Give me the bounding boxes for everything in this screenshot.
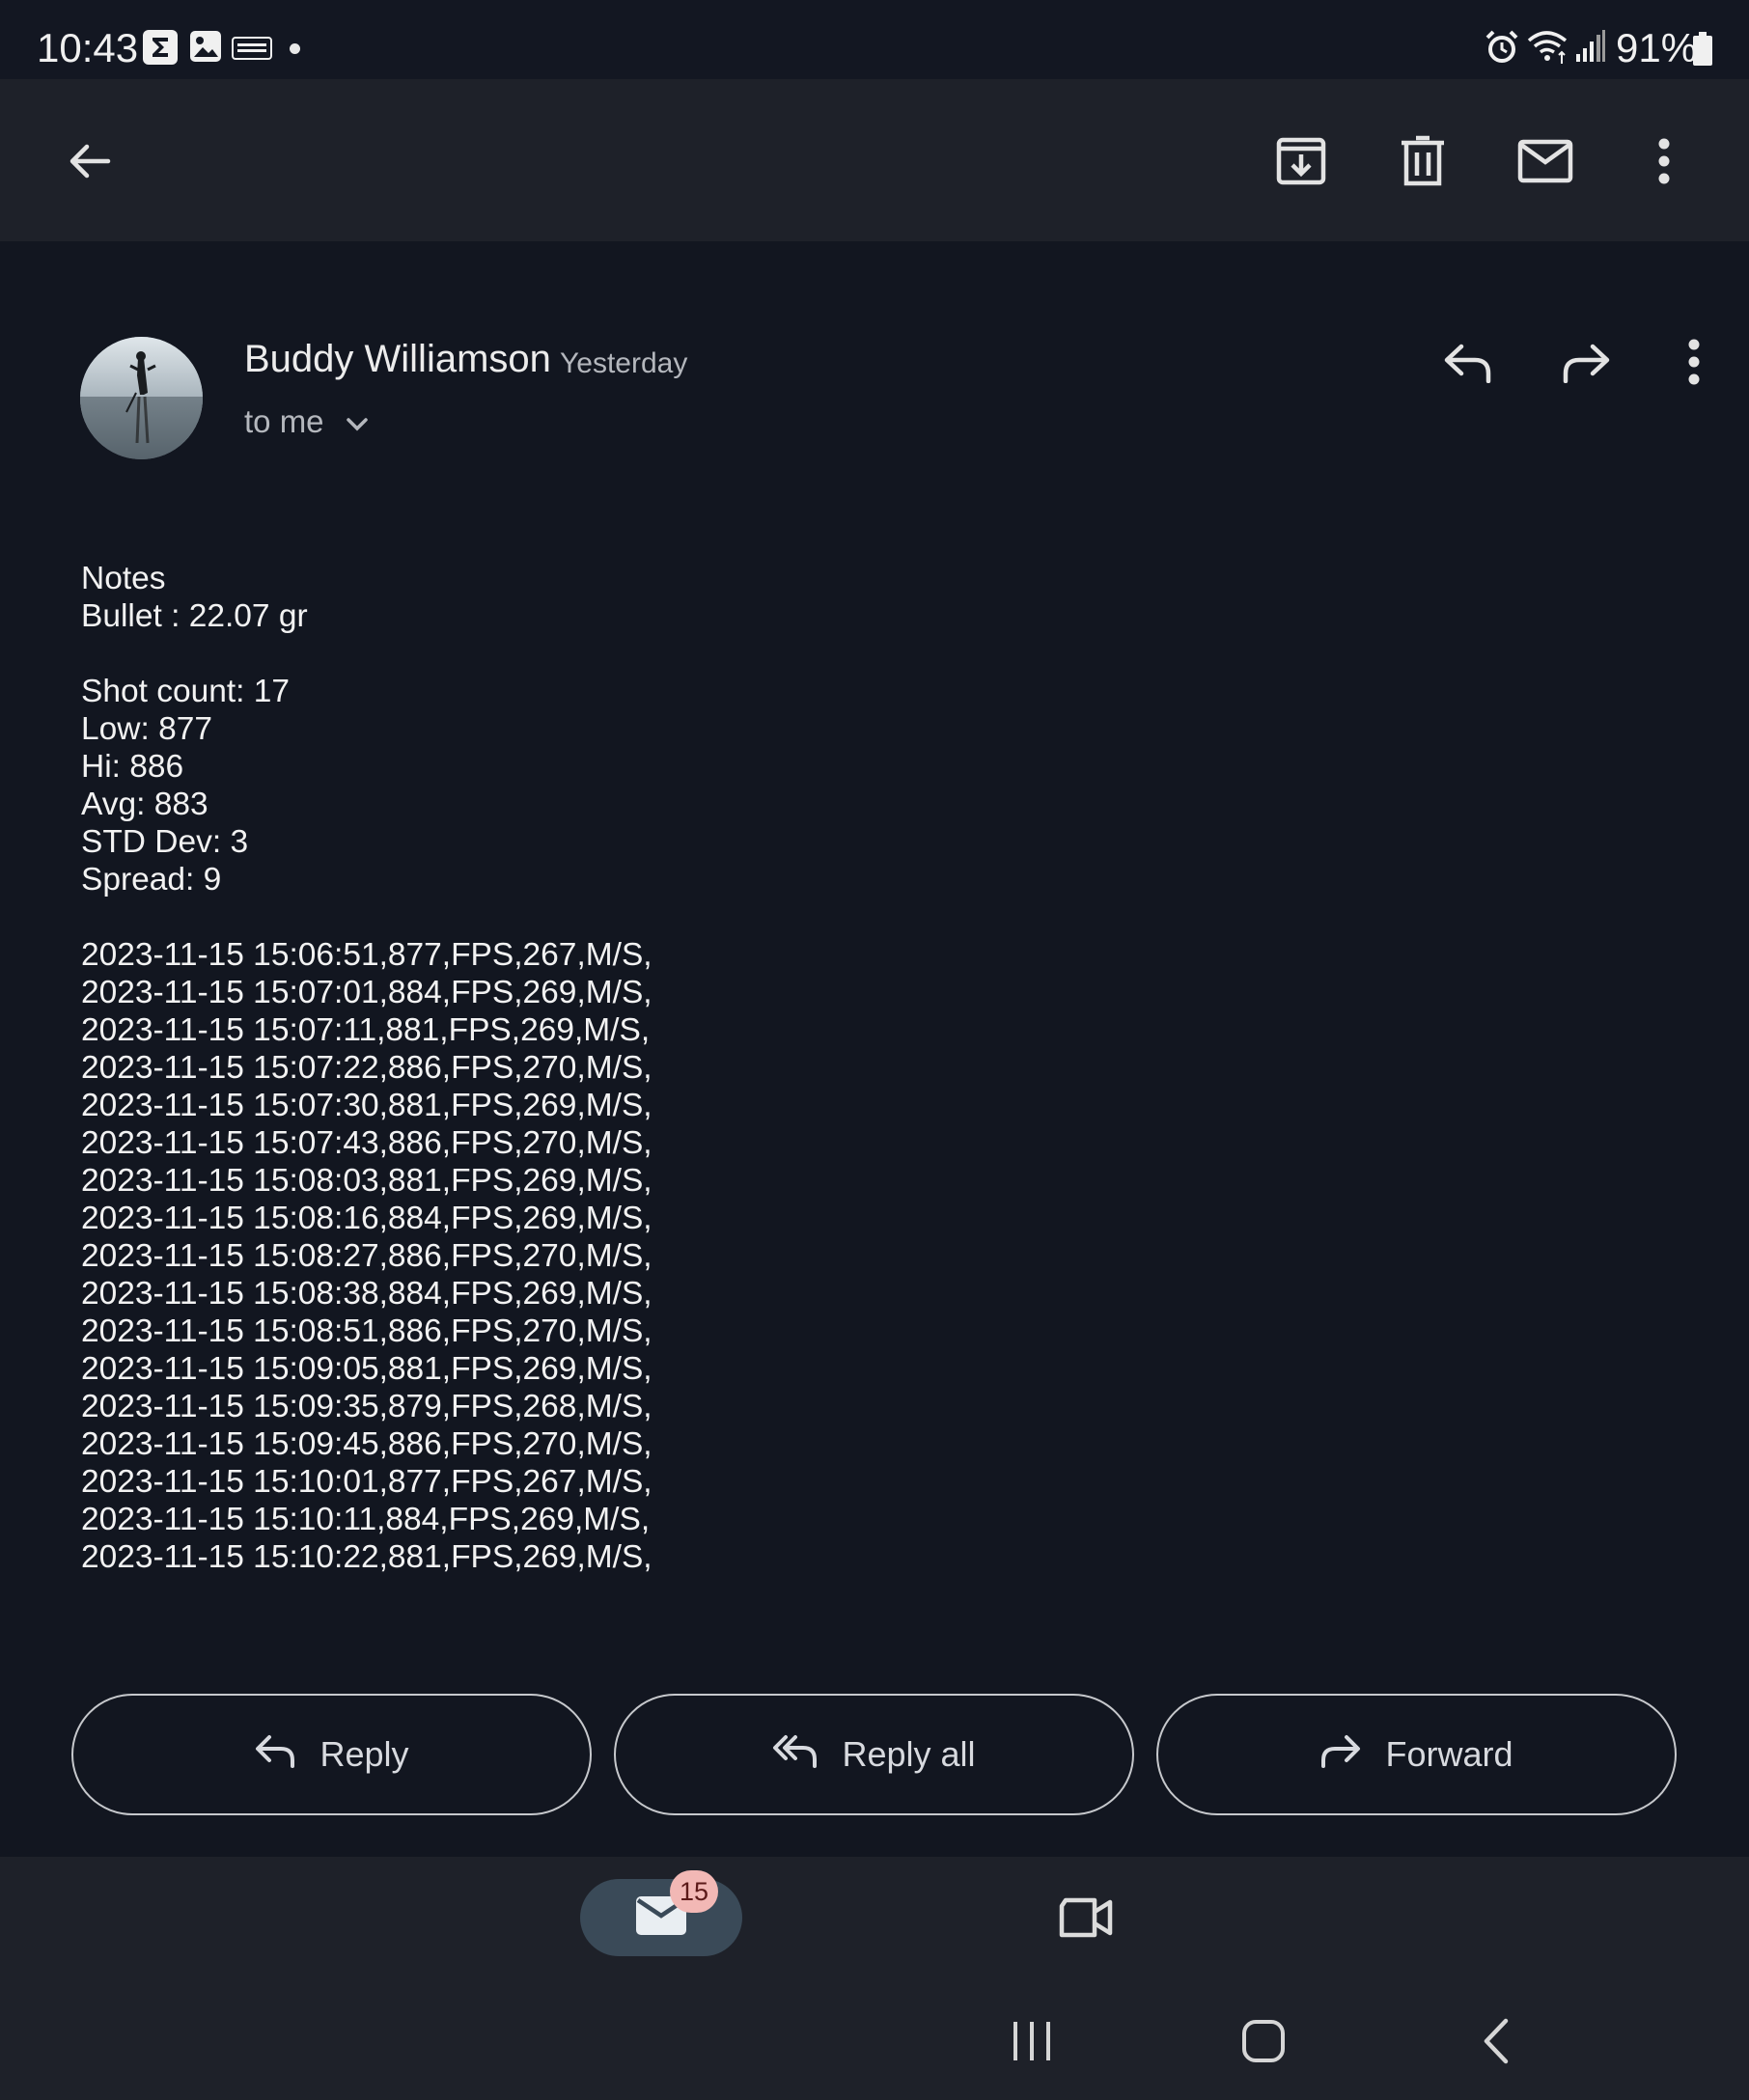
recipient-label: to me [244, 403, 324, 439]
shot-line: 2023-11-15 15:07:30,881,FPS,269,M/S, [81, 1088, 652, 1123]
reply-all-button[interactable]: Reply all [614, 1694, 1134, 1815]
reply-icon [254, 1733, 296, 1777]
back-arrow-icon[interactable] [56, 127, 124, 195]
status-bar: 10:43 91% [0, 0, 1749, 79]
shot-line: 2023-11-15 15:09:35,879,FPS,268,M/S, [81, 1389, 652, 1424]
shot-line: 2023-11-15 15:08:27,886,FPS,270,M/S, [81, 1238, 652, 1274]
status-time: 10:43 [37, 25, 139, 70]
forward-icon[interactable] [1553, 328, 1621, 396]
home-icon[interactable] [1230, 2012, 1297, 2070]
shot-line: 2023-11-15 15:10:01,877,FPS,267,M/S, [81, 1464, 652, 1500]
shot-line: 2023-11-15 15:06:51,877,FPS,267,M/S, [81, 937, 652, 973]
stat-line: STD Dev: 3 [81, 824, 249, 860]
shot-line: 2023-11-15 15:08:38,884,FPS,269,M/S, [81, 1276, 652, 1312]
archive-icon[interactable] [1267, 127, 1335, 195]
shot-line: 2023-11-15 15:09:45,886,FPS,270,M/S, [81, 1426, 652, 1462]
reply-all-icon [772, 1733, 819, 1777]
sigma-app-icon [142, 29, 179, 70]
message-more-icon[interactable] [1660, 328, 1728, 396]
stat-line: Spread: 9 [81, 862, 222, 898]
stat-line: Hi: 886 [81, 749, 184, 785]
reply-icon[interactable] [1433, 328, 1501, 396]
dot-icon [290, 43, 300, 54]
message-date: Yesterday [560, 347, 688, 379]
shot-log: 2023-11-15 15:06:51,877,FPS,267,M/S, 2023… [81, 936, 1625, 1576]
shot-line: 2023-11-15 15:07:43,886,FPS,270,M/S, [81, 1125, 652, 1161]
chevron-down-icon [346, 403, 369, 440]
recipient-details-toggle[interactable]: to me [244, 403, 369, 440]
battery-icon [1692, 32, 1713, 71]
forward-label: Forward [1385, 1734, 1513, 1774]
reply-label: Reply [319, 1734, 409, 1774]
stat-line: Low: 877 [81, 711, 212, 747]
sender-name: Buddy Williamson [244, 338, 551, 380]
shot-line: 2023-11-15 15:07:11,881,FPS,269,M/S, [81, 1012, 651, 1048]
reply-all-label: Reply all [842, 1734, 976, 1774]
alarm-icon [1484, 29, 1520, 70]
message-toolbar [0, 79, 1749, 241]
gallery-icon [188, 29, 223, 69]
sender-avatar[interactable] [80, 337, 203, 459]
message-body: Notes Bullet : 22.07 gr Shot count: 17 Lo… [81, 560, 1625, 1576]
back-icon[interactable] [1462, 2012, 1530, 2070]
stat-line: Avg: 883 [81, 787, 208, 822]
notes-header: Notes [81, 561, 166, 596]
meet-video-icon[interactable] [1052, 1887, 1120, 1948]
shot-line: 2023-11-15 15:07:01,884,FPS,269,M/S, [81, 975, 652, 1010]
unread-badge: 15 [670, 1870, 718, 1913]
mark-unread-icon[interactable] [1512, 127, 1579, 195]
forward-button[interactable]: Forward [1156, 1694, 1677, 1815]
gmail-message-screen: 10:43 91% Buddy Williamson Yesterday to … [0, 0, 1749, 2100]
wifi-icon [1527, 29, 1569, 70]
shot-line: 2023-11-15 15:08:16,884,FPS,269,M/S, [81, 1201, 652, 1236]
shot-line: 2023-11-15 15:10:22,881,FPS,269,M/S, [81, 1539, 652, 1575]
bullet-weight: Bullet : 22.07 gr [81, 598, 308, 634]
shot-line: 2023-11-15 15:10:11,884,FPS,269,M/S, [81, 1502, 651, 1537]
shot-stats: Shot count: 17 Low: 877 Hi: 886 Avg: 883 STD… [81, 673, 1625, 898]
reply-button[interactable]: Reply [71, 1694, 592, 1815]
shot-line: 2023-11-15 15:08:03,881,FPS,269,M/S, [81, 1163, 652, 1199]
recent-apps-icon[interactable] [998, 2012, 1066, 2070]
news-app-icon [232, 37, 272, 65]
stat-line: Shot count: 17 [81, 674, 291, 709]
battery-percent: 91% [1616, 25, 1698, 70]
signal-icon [1575, 29, 1606, 69]
shot-line: 2023-11-15 15:07:22,886,FPS,270,M/S, [81, 1050, 652, 1086]
delete-icon[interactable] [1389, 127, 1457, 195]
shot-line: 2023-11-15 15:08:51,886,FPS,270,M/S, [81, 1313, 652, 1349]
forward-icon [1319, 1733, 1362, 1777]
more-vert-icon[interactable] [1630, 127, 1698, 195]
shot-line: 2023-11-15 15:09:05,881,FPS,269,M/S, [81, 1351, 652, 1387]
